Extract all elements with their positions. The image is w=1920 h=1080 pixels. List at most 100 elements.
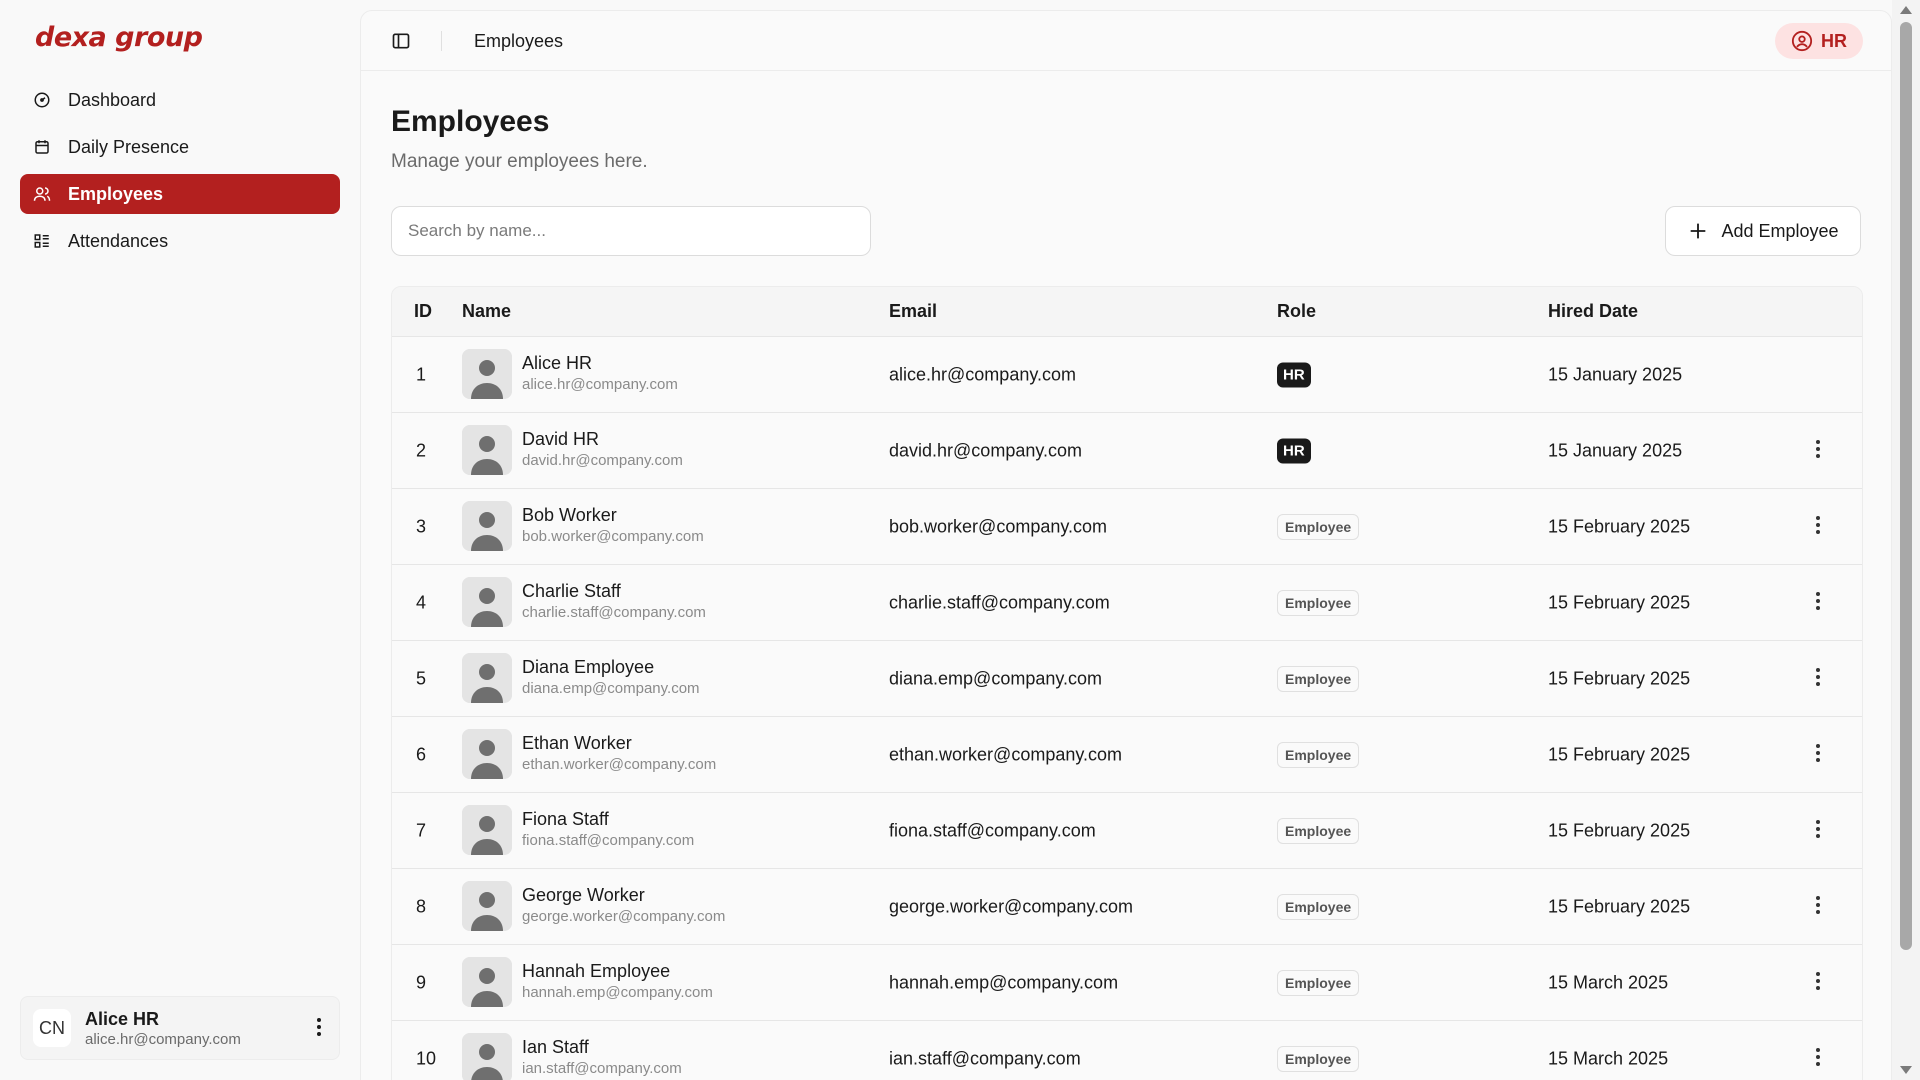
hired-date: 15 February 2025 [1548,592,1691,612]
avatar [462,577,512,627]
role-badge-label: Employee [1277,893,1360,920]
row-id: 3 [416,516,427,536]
more-vertical-icon[interactable] [1810,895,1826,919]
avatar [462,349,512,399]
employee-sub-email: david.hr@company.com [522,452,683,469]
role-badge-label: HR [1821,30,1847,51]
role-badge-label: Employee [1277,665,1360,692]
table-row[interactable]: 8 George Worker george.worker@company.co… [392,869,1862,945]
more-vertical-icon[interactable] [1810,819,1826,843]
employee-name-block: David HR david.hr@company.com [522,429,683,469]
table-row[interactable]: 7 Fiona Staff fiona.staff@company.com fi… [392,793,1862,869]
main-panel: Employees HR Employees Manage your emplo… [360,10,1892,1080]
role-badge: Employee [1277,1045,1360,1072]
user-info: Alice HR alice.hr@company.com [85,1009,241,1048]
more-vertical-icon[interactable] [1810,743,1826,767]
avatar [462,957,512,1007]
row-id: 2 [416,440,427,460]
employee-name: George Worker [522,885,645,905]
table-row[interactable]: 4 Charlie Staff charlie.staff@company.co… [392,565,1862,641]
employees-table: ID Name Email Role Hired Date 1 Alice HR… [391,286,1863,1080]
employee-sub-email: charlie.staff@company.com [522,604,706,621]
calendar-icon [32,137,52,157]
row-id: 8 [416,896,427,916]
role-badge: Employee [1277,893,1360,920]
row-id: 7 [416,820,427,840]
table-row[interactable]: 3 Bob Worker bob.worker@company.com bob.… [392,489,1862,565]
row-id: 6 [416,744,427,764]
employee-name: Alice HR [522,353,593,373]
employee-name-block: Hannah Employee hannah.emp@company.com [522,961,713,1001]
employee-email: diana.emp@company.com [889,668,1103,688]
table-row[interactable]: 6 Ethan Worker ethan.worker@company.com … [392,717,1862,793]
employee-email: david.hr@company.com [889,440,1083,460]
add-employee-button[interactable]: Add Employee [1665,206,1861,256]
sidebar-item-employees[interactable]: Employees [20,174,340,214]
employee-name-block: Diana Employee diana.emp@company.com [522,657,700,697]
employee-sub-email: diana.emp@company.com [522,680,700,697]
employee-name-block: Ethan Worker ethan.worker@company.com [522,733,716,773]
column-header-hired-date[interactable]: Hired Date [1548,301,1638,322]
column-header-role[interactable]: Role [1277,301,1316,322]
table-row[interactable]: 1 Alice HR alice.hr@company.com alice.hr… [392,337,1862,413]
row-id: 5 [416,668,427,688]
search-input[interactable] [391,206,871,256]
column-header-email[interactable]: Email [889,301,937,322]
employee-email: ethan.worker@company.com [889,744,1123,764]
divider [441,31,442,51]
table-row[interactable]: 2 David HR david.hr@company.com david.hr… [392,413,1862,489]
sidebar-toggle-icon[interactable] [391,31,411,51]
top-bar: Employees HR [361,11,1891,71]
more-vertical-icon[interactable] [1810,1047,1826,1071]
brand-logo[interactable]: dexa group [35,22,203,53]
more-vertical-icon[interactable] [313,1017,325,1041]
more-vertical-icon[interactable] [1810,971,1826,995]
avatar [462,881,512,931]
role-badge: Employee [1277,665,1360,692]
sidebar-item-label: Employees [68,183,164,204]
employee-email: charlie.staff@company.com [889,592,1110,612]
sidebar: dexa group Dashboard Daily Presence Empl… [0,0,358,1080]
role-badge-label: Employee [1277,741,1360,768]
more-vertical-icon[interactable] [1810,591,1826,615]
page-title: Employees [391,105,550,138]
role-switch-button[interactable]: HR [1775,23,1863,59]
table-row[interactable]: 5 Diana Employee diana.emp@company.com d… [392,641,1862,717]
user-name: Alice HR [85,1008,160,1029]
user-card[interactable]: CN Alice HR alice.hr@company.com [20,996,340,1060]
hired-date: 15 March 2025 [1548,972,1669,992]
employee-name: Bob Worker [522,505,617,525]
role-badge-label: Employee [1277,589,1360,616]
employee-name-block: Fiona Staff fiona.staff@company.com [522,809,694,849]
table-header: ID Name Email Role Hired Date [392,287,1862,337]
row-id: 1 [416,364,427,384]
row-id: 10 [416,1048,437,1068]
avatar [462,1033,512,1080]
employee-name-block: George Worker george.worker@company.com [522,885,725,925]
sidebar-item-attendances[interactable]: Attendances [20,221,340,261]
add-employee-label: Add Employee [1721,220,1839,241]
employee-name: Ian Staff [522,1037,589,1057]
table-row[interactable]: 9 Hannah Employee hannah.emp@company.com… [392,945,1862,1021]
more-vertical-icon[interactable] [1810,667,1826,691]
column-header-id[interactable]: ID [414,301,432,322]
column-header-name[interactable]: Name [462,301,511,322]
employee-email: bob.worker@company.com [889,516,1108,536]
employee-name-block: Ian Staff ian.staff@company.com [522,1037,682,1077]
employee-name-block: Bob Worker bob.worker@company.com [522,505,704,545]
avatar: CN [33,1009,71,1047]
scroll-up-arrow[interactable] [1900,6,1912,14]
sidebar-item-label: Daily Presence [68,136,190,157]
sidebar-item-daily-presence[interactable]: Daily Presence [20,127,340,167]
more-vertical-icon[interactable] [1810,439,1826,463]
more-vertical-icon[interactable] [1810,515,1826,539]
breadcrumb: Employees [474,31,564,51]
scroll-down-arrow[interactable] [1900,1066,1912,1074]
scrollbar-thumb[interactable] [1900,22,1912,950]
employee-sub-email: hannah.emp@company.com [522,984,713,1001]
employee-name-block: Alice HR alice.hr@company.com [522,353,678,393]
scrollbar[interactable] [1892,0,1920,1080]
employee-name: David HR [522,429,600,449]
table-row[interactable]: 10 Ian Staff ian.staff@company.com ian.s… [392,1021,1862,1080]
sidebar-item-dashboard[interactable]: Dashboard [20,80,340,120]
